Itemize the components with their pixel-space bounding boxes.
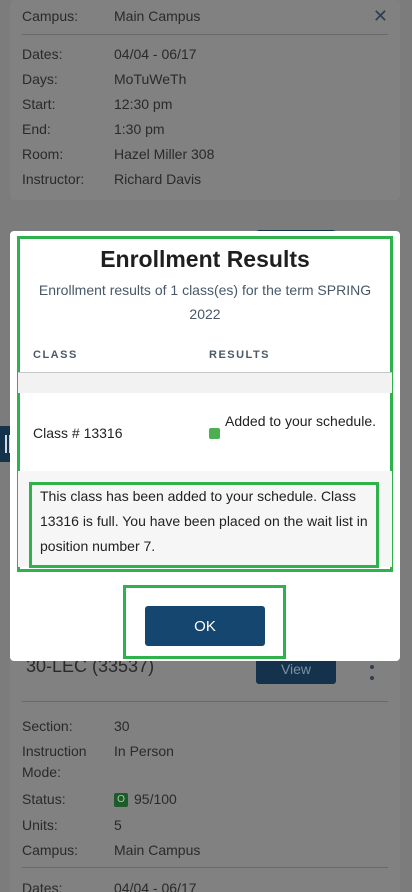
divider	[22, 701, 388, 702]
success-status-icon	[209, 428, 220, 439]
dialog-subtitle: Enrollment results of 1 class(es) for th…	[38, 282, 372, 322]
status-badge: O	[114, 793, 128, 808]
class-card-top: ✕ Campus: Main Campus Dates: 04/04 - 06/…	[10, 0, 400, 200]
close-icon[interactable]: ✕	[373, 6, 388, 27]
dialog-title: Enrollment Results	[100, 246, 310, 272]
result-text: Added to your schedule.	[225, 413, 376, 429]
result-cell: Added to your schedule.	[209, 409, 379, 439]
class-number: Class # 13316	[33, 425, 123, 441]
ok-button[interactable]: OK	[145, 606, 265, 646]
column-header-class: CLASS	[33, 349, 78, 361]
table-spacer	[18, 373, 392, 393]
divider	[22, 867, 388, 868]
enrollment-results-dialog: Enrollment Results Enrollment results of…	[10, 231, 400, 661]
class-card-bottom: 30-LEC (33537) View Section: 30 Instruct…	[10, 640, 400, 892]
divider	[22, 34, 388, 35]
column-header-results: RESULTS	[209, 349, 271, 361]
enrollment-message: This class has been added to your schedu…	[40, 488, 368, 554]
